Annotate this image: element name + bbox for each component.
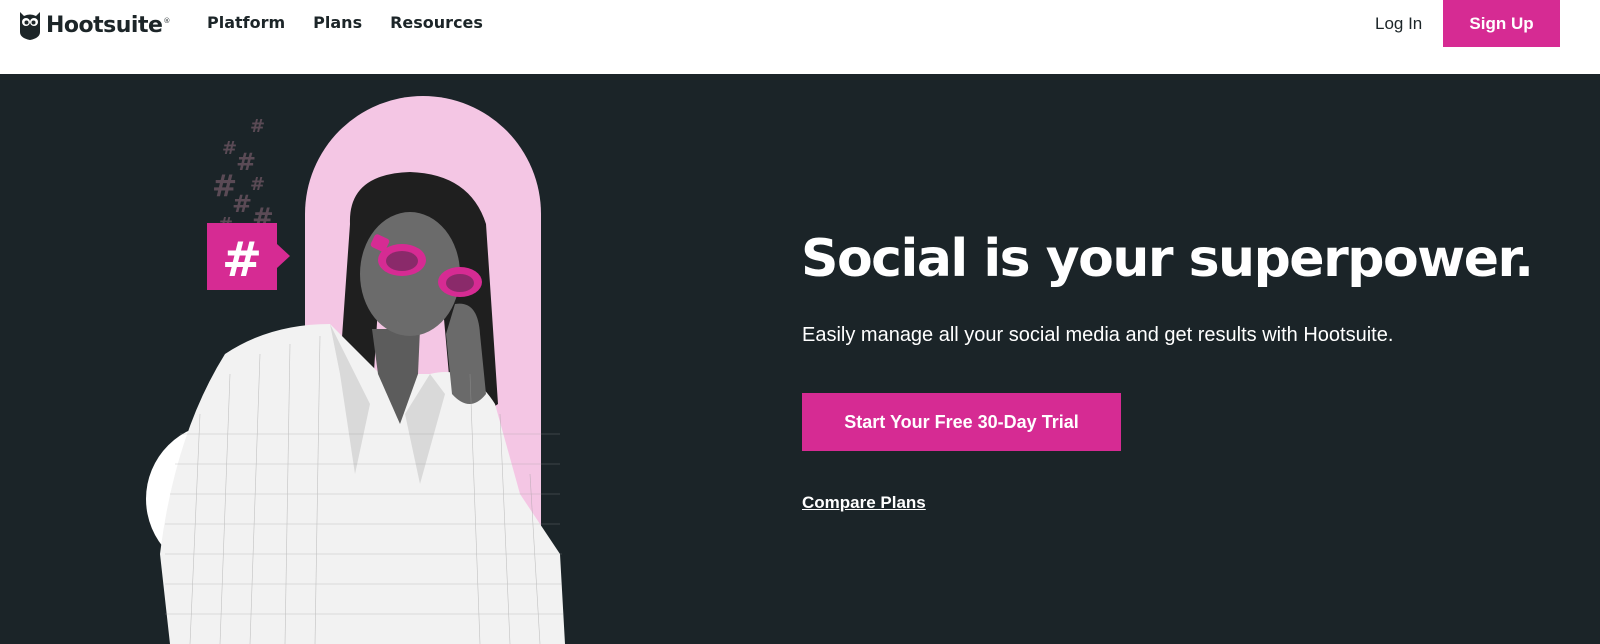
svg-text:#: # [232,190,252,218]
hashtag-cluster: # # # # # # # # [212,116,274,235]
svg-text:#: # [236,148,256,176]
hero-headline: Social is your superpower. [801,229,1534,289]
owl-icon [20,12,40,40]
nav-resources[interactable]: Resources [390,13,483,33]
start-trial-button[interactable]: Start Your Free 30-Day Trial [802,393,1121,451]
hashtag-icon: # [222,232,262,288]
hootsuite-logo[interactable]: Hootsuite® [18,10,170,40]
signup-button[interactable]: Sign Up [1443,0,1560,47]
main-nav: Platform Plans Resources [207,13,483,33]
svg-text:#: # [222,138,237,159]
hero-illustration: # # # # # # # # # [146,96,565,644]
brand-name: Hootsuite® [46,12,170,38]
hero-subhead: Easily manage all your social media and … [802,324,1394,346]
hero-section: # # # # # # # # # [0,74,1600,644]
login-link[interactable]: Log In [1375,13,1422,35]
svg-text:#: # [250,174,265,195]
site-header: Hootsuite® Platform Plans Resources Log … [0,0,1600,74]
compare-plans-link[interactable]: Compare Plans [802,492,926,514]
svg-text:#: # [250,116,265,137]
nav-plans[interactable]: Plans [313,13,362,33]
nav-platform[interactable]: Platform [207,13,285,33]
